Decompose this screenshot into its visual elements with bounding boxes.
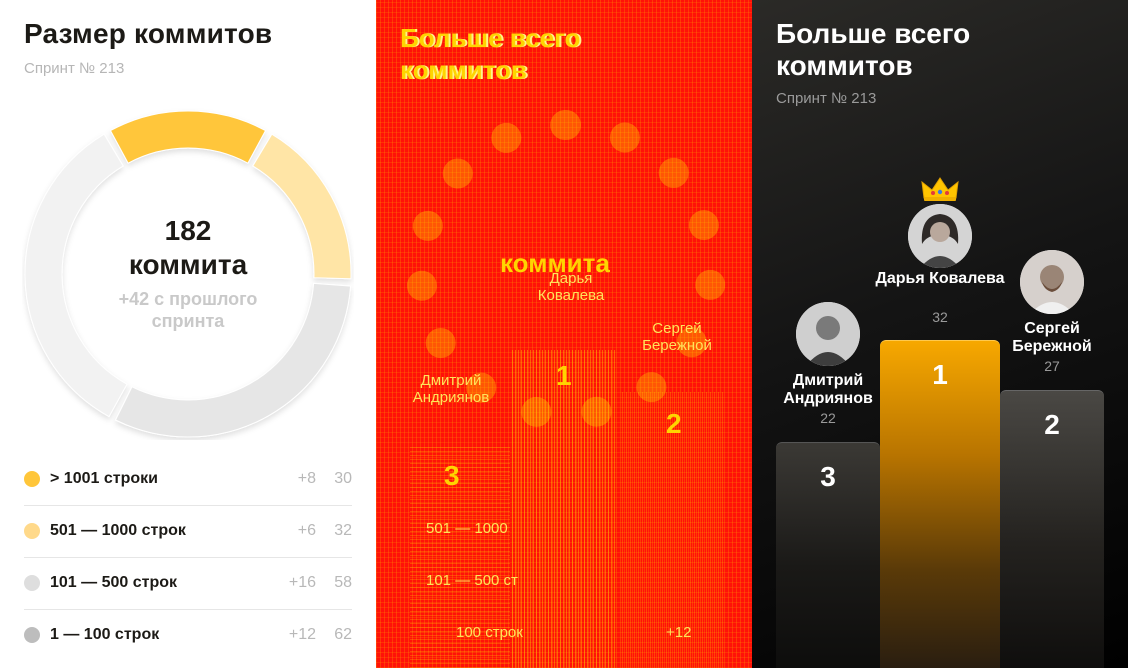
legend-count: 58: [334, 574, 352, 591]
person-name: Сергей Бережной: [1012, 320, 1092, 355]
glitch-rank-3: 3: [444, 460, 460, 491]
donut-segment: [109, 110, 267, 164]
legend-label: 1 — 100 строк: [50, 626, 160, 643]
avatar-sergey: [1020, 250, 1084, 314]
glitch-rank-1: 1: [556, 360, 572, 391]
rank-number: 1: [932, 359, 948, 390]
legend-row: 101 — 500 строк +16 58: [24, 558, 352, 610]
sprint-subtitle: Спринт № 213: [24, 60, 125, 77]
legend-count: 62: [334, 626, 352, 643]
panel-title: Размер коммитов: [24, 18, 273, 49]
glitch-legend-2: 501 — 1000: [426, 520, 508, 537]
legend-delta: +16: [288, 574, 316, 591]
glitch-name-left: Дмитрий Андриянов: [412, 372, 490, 406]
legend-label: 501 — 1000 строк: [50, 522, 186, 539]
person-commit-count: 22: [820, 410, 836, 426]
legend-delta: +8: [297, 470, 316, 487]
legend-delta: +12: [288, 626, 316, 643]
panel-title: Больше всего коммитов: [776, 18, 971, 81]
legend-row: 501 — 1000 строк +6 32: [24, 506, 352, 558]
total-commits: 182: [164, 215, 212, 246]
total-commits-unit: коммита: [128, 249, 248, 280]
podium-first: 1: [880, 340, 1000, 668]
legend-dot: [24, 627, 40, 643]
top-committers-panel: Больше всего коммитов Спринт № 213 3 2 1…: [752, 0, 1128, 668]
legend-label: > 1001 строки: [50, 470, 158, 487]
avatar-dmitry: [796, 302, 860, 366]
commit-size-legend: > 1001 строки +8 30 501 — 1000 строк +6 …: [24, 454, 352, 662]
legend-dot: [24, 523, 40, 539]
glitch-legend-3: 101 — 500 ст: [426, 572, 518, 589]
glitch-legend-4: 100 строк: [456, 624, 523, 641]
avatar-darya: [908, 204, 972, 268]
rank-number: 2: [1044, 409, 1060, 440]
rank-number: 3: [820, 461, 836, 492]
legend-delta: +6: [297, 522, 316, 539]
person-commit-count: 32: [932, 309, 948, 325]
glitch-name-right: Сергей Бережной: [642, 320, 712, 354]
legend-dot: [24, 471, 40, 487]
legend-row: > 1001 строки +8 30: [24, 454, 352, 506]
glitch-legend-4-delta: +12: [666, 624, 692, 641]
person-name: Дарья Ковалева: [875, 270, 1005, 287]
legend-row: 1 — 100 строк +12 62: [24, 610, 352, 662]
person-name: Дмитрий Андриянов: [783, 372, 873, 407]
legend-label: 101 — 500 строк: [50, 574, 178, 591]
person-commit-count: 27: [1044, 358, 1060, 374]
sprint-subtitle: Спринт № 213: [776, 90, 877, 107]
legend-dot: [24, 575, 40, 591]
legend-count: 32: [334, 522, 352, 539]
podium-second: 2: [1000, 390, 1104, 668]
podium-third: 3: [776, 442, 880, 668]
legend-count: 30: [334, 470, 352, 487]
commit-size-panel: Размер коммитов Спринт № 213 182 коммита…: [0, 0, 376, 668]
glitched-panel: Больше всего коммитов коммита Дарья Кова…: [376, 0, 752, 668]
glitch-rank-2: 2: [666, 408, 682, 439]
ghost-pillar: [512, 350, 616, 668]
delta-from-last-sprint: +42 с прошлого спринта: [118, 289, 258, 331]
glitch-title: Больше всего коммитов: [400, 23, 581, 85]
glitch-name-center: Дарья Ковалева: [537, 270, 605, 304]
